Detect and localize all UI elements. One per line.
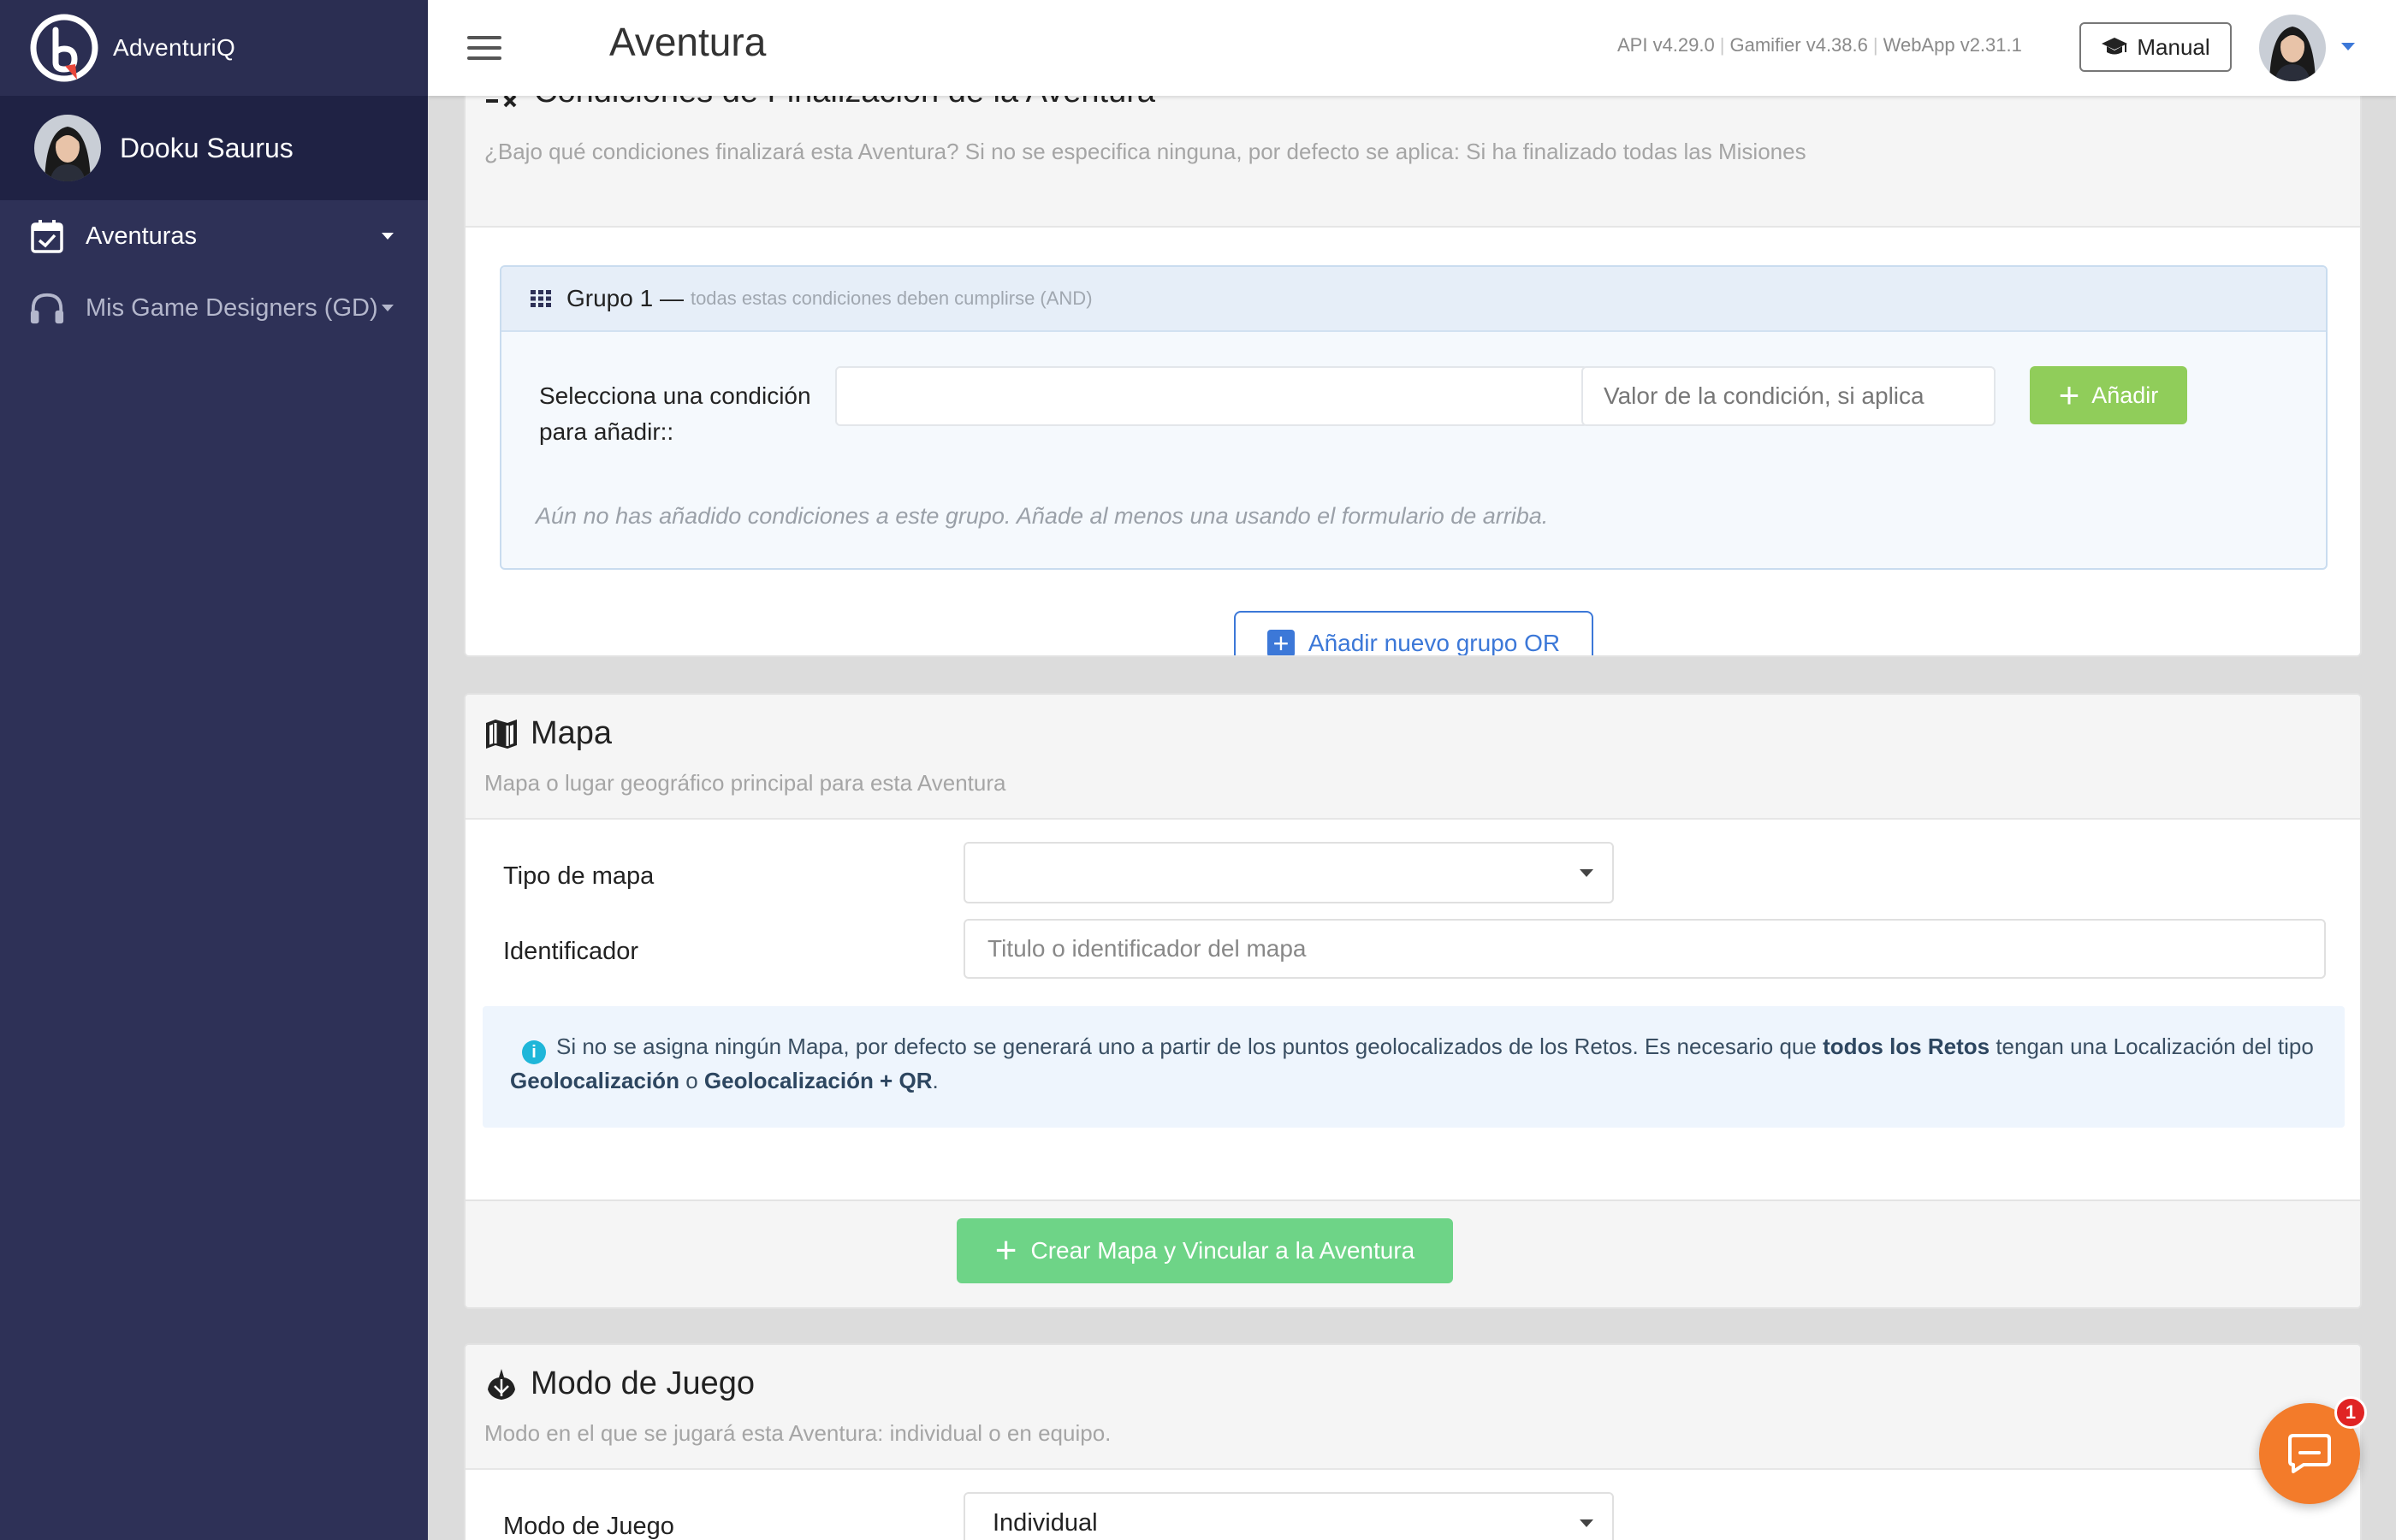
menu-toggle-icon[interactable] xyxy=(467,36,501,60)
plus-icon: + xyxy=(994,1229,1017,1271)
card-title: Modo de Juego xyxy=(484,1365,755,1402)
card-header: Modo de Juego Modo en el que se jugará e… xyxy=(466,1345,2360,1470)
user-avatar-icon xyxy=(2259,15,2326,81)
end-conditions-title: Condiciones de Finalización de la Aventu… xyxy=(534,96,1155,110)
sidebar-item-aventuras[interactable]: Aventuras xyxy=(0,200,428,272)
game-mode-subtitle: Modo en el que se jugará esta Aventura: … xyxy=(484,1420,1112,1446)
group-note: todas estas condiciones deben cumplirse … xyxy=(690,287,1093,309)
manual-label: Manual xyxy=(2137,33,2210,60)
plus-icon: + xyxy=(2058,375,2080,415)
condition-group-header: Grupo 1 — todas estas condiciones deben … xyxy=(501,267,2326,332)
chat-bubble-icon xyxy=(2288,1434,2331,1473)
create-map-label: Crear Mapa y Vincular a la Aventura xyxy=(1030,1237,1415,1264)
map-id-label: Identificador xyxy=(503,938,638,965)
chat-notification-badge: 1 xyxy=(2334,1396,2367,1429)
map-title: Mapa xyxy=(531,715,613,751)
add-condition-button[interactable]: + Añadir xyxy=(2030,366,2187,424)
card-header: Condiciones de Finalización de la Aventu… xyxy=(466,96,2360,228)
main-content: Condiciones de Finalización de la Aventu… xyxy=(428,96,2396,1540)
add-or-group-label: Añadir nuevo grupo OR xyxy=(1308,630,1561,656)
sidebar-user-name: Dooku Saurus xyxy=(120,132,294,163)
add-condition-label: Añadir xyxy=(2091,382,2159,408)
condition-select-label: Selecciona una condición para añadir:: xyxy=(539,382,811,445)
graduation-cap-icon xyxy=(2102,38,2128,55)
end-conditions-card: Condiciones de Finalización de la Aventu… xyxy=(464,96,2362,657)
page-title: Aventura xyxy=(609,20,767,64)
api-version: API v4.29.0 xyxy=(1617,34,1715,56)
map-icon xyxy=(486,719,517,749)
map-info-alert: i Si no se asigna ningún Mapa, por defect… xyxy=(483,1006,2345,1128)
sidebar-item-label: Mis Game Designers (GD) xyxy=(86,293,378,322)
manual-button[interactable]: Manual xyxy=(2079,22,2232,72)
create-map-button[interactable]: + Crear Mapa y Vincular a la Aventura xyxy=(957,1218,1453,1283)
brand[interactable]: AdventuriQ xyxy=(0,0,428,96)
plus-square-icon: + xyxy=(1266,630,1295,655)
game-mode-value: Individual xyxy=(993,1509,1098,1537)
game-mode-title: Modo de Juego xyxy=(531,1365,755,1401)
brand-name: AdventuriQ xyxy=(113,34,236,61)
card-title: Condiciones de Finalización de la Aventu… xyxy=(484,96,1155,110)
map-id-input[interactable]: Titulo o identificador del mapa xyxy=(964,919,2326,979)
map-type-select[interactable] xyxy=(964,842,1614,903)
headphones-icon xyxy=(29,290,65,326)
info-icon: i xyxy=(522,1040,546,1064)
condition-group: Grupo 1 — todas estas condiciones deben … xyxy=(500,265,2328,570)
card-title: Mapa xyxy=(484,715,612,752)
webapp-version: WebApp v2.31.1 xyxy=(1883,34,2022,56)
version-info: API v4.29.0 | Gamifier v4.38.6 | WebApp v2.3… xyxy=(1617,34,2022,56)
calendar-check-icon xyxy=(29,218,65,254)
map-subtitle: Mapa o lugar geográfico principal para e… xyxy=(484,770,1006,796)
adventuriq-logo-icon xyxy=(30,14,98,82)
user-avatar-icon xyxy=(34,115,101,181)
map-type-label: Tipo de mapa xyxy=(503,862,655,890)
chevron-down-icon xyxy=(382,305,394,311)
condition-value-input[interactable]: Valor de la condición, si aplica xyxy=(1581,366,1996,426)
empty-conditions-note: Aún no has añadido condiciones a este gr… xyxy=(536,503,1549,529)
game-mode-card: Modo de Juego Modo en el que se jugará e… xyxy=(464,1343,2362,1540)
user-menu-avatar[interactable] xyxy=(2259,15,2326,81)
condition-select[interactable] xyxy=(835,366,1588,426)
game-mode-label: Modo de Juego xyxy=(503,1513,674,1540)
sidebar: AdventuriQ Dooku Saurus Aventuras Mis Ga… xyxy=(0,0,428,1540)
gamifier-version: Gamifier v4.38.6 xyxy=(1729,34,1868,56)
card-header: Mapa Mapa o lugar geográfico principal p… xyxy=(466,695,2360,820)
chevron-down-icon xyxy=(1580,869,1593,877)
sidebar-item-game-designers[interactable]: Mis Game Designers (GD) xyxy=(0,272,428,344)
game-mode-select[interactable]: Individual xyxy=(964,1492,1614,1540)
chevron-down-icon xyxy=(382,233,394,240)
chevron-down-icon xyxy=(1580,1519,1593,1527)
grid-icon xyxy=(531,290,551,307)
end-conditions-subtitle: ¿Bajo qué condiciones finalizará esta Av… xyxy=(484,139,1806,164)
add-or-group-button[interactable]: + Añadir nuevo grupo OR xyxy=(1234,611,1593,656)
avatar xyxy=(34,115,101,181)
chevron-down-icon[interactable] xyxy=(2341,43,2355,50)
sidebar-user-panel[interactable]: Dooku Saurus xyxy=(0,96,428,200)
rebel-emblem-icon xyxy=(488,1368,515,1400)
top-header: Aventura API v4.29.0 | Gamifier v4.38.6 | We… xyxy=(428,0,2396,96)
sidebar-item-label: Aventuras xyxy=(86,222,198,250)
group-title: Grupo 1 — xyxy=(566,285,684,311)
list-remove-icon xyxy=(486,96,517,107)
map-card-footer: + Crear Mapa y Vincular a la Aventura xyxy=(466,1199,2360,1307)
map-card: Mapa Mapa o lugar geográfico principal p… xyxy=(464,693,2362,1309)
